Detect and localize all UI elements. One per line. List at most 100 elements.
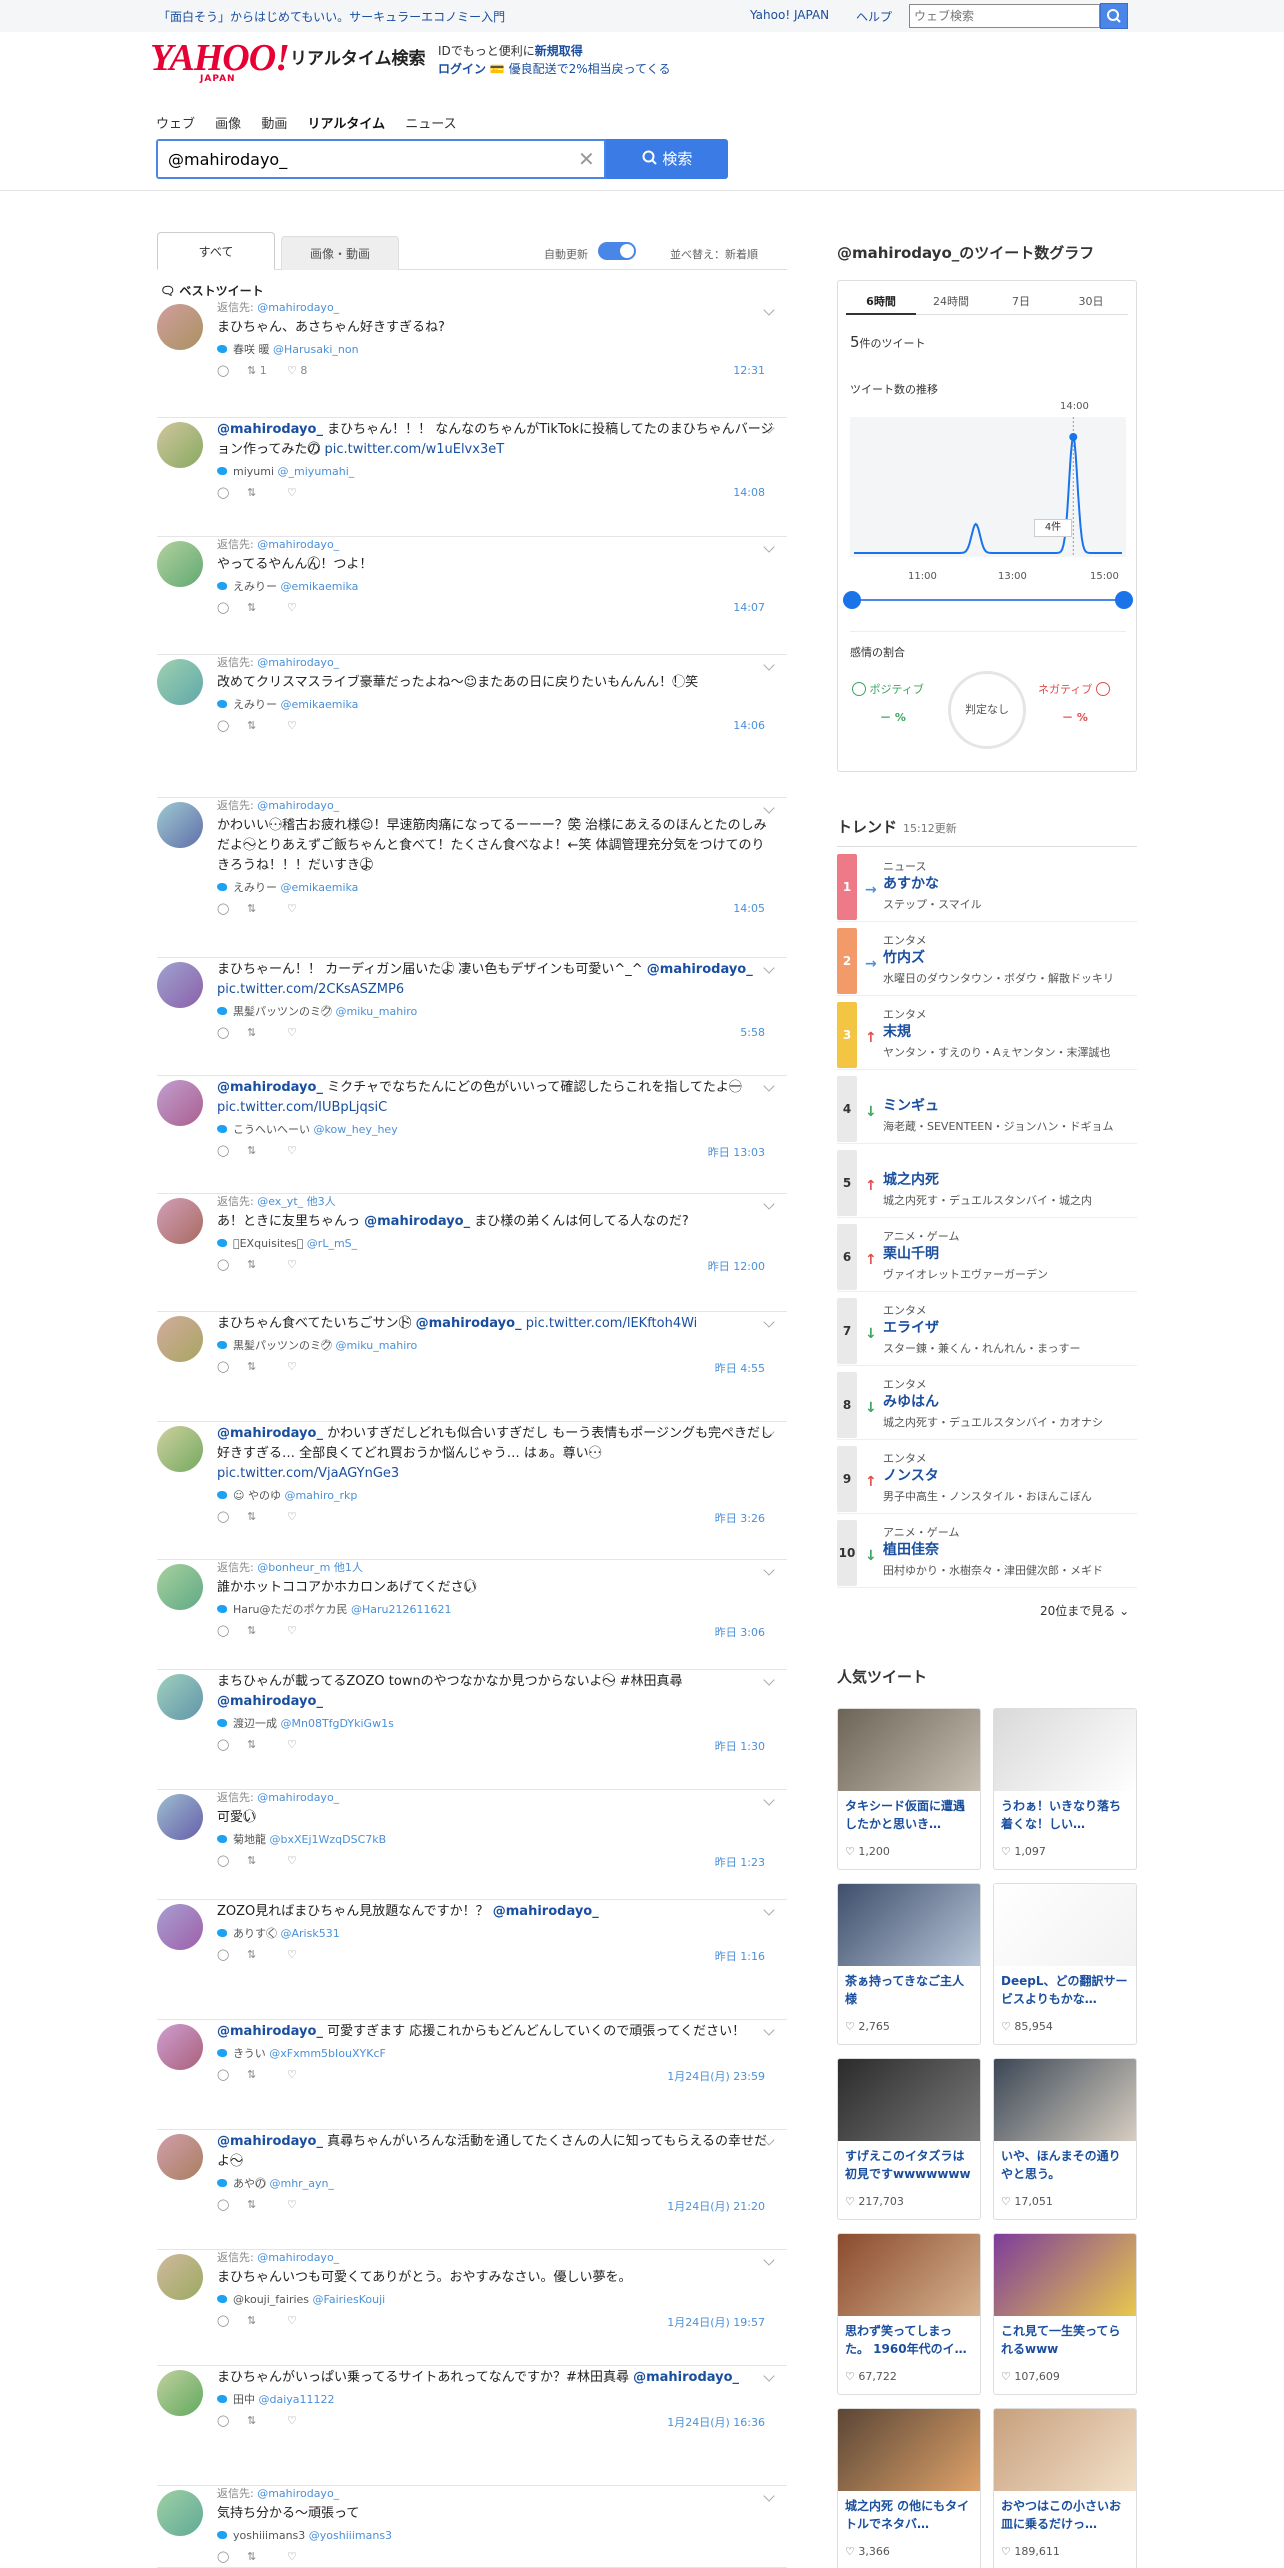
reply-icon[interactable]: ◯: [217, 1510, 229, 1523]
reply-icon[interactable]: ◯: [217, 1360, 229, 1373]
mention-link[interactable]: @mahirodayo_: [633, 2370, 739, 2385]
retweet-icon[interactable]: ⇅: [247, 601, 256, 614]
retweet-icon[interactable]: ⇅: [247, 719, 256, 732]
retweet-icon[interactable]: ⇅: [247, 1854, 256, 1867]
like-icon[interactable]: ♡: [287, 719, 297, 732]
graph-tab-6h[interactable]: 6時間: [846, 289, 916, 315]
tweet-author[interactable]: Haru@ただのポケカ民 @Haru212611621: [217, 1602, 777, 1618]
mention-link[interactable]: @mahirodayo_: [217, 1694, 323, 1709]
like-icon[interactable]: ♡: [287, 2414, 297, 2427]
tweet-time[interactable]: 昨日 12:00: [708, 1258, 765, 1274]
graph-tab-30d[interactable]: 30日: [1056, 289, 1126, 315]
mention-link[interactable]: @mahirodayo_: [493, 1904, 599, 1919]
trend-item[interactable]: 5 ↑ 城之内死 城之内死す・デュエルスタンバイ・城之内: [837, 1148, 1137, 1218]
reply-icon[interactable]: ◯: [217, 601, 229, 614]
popular-tweet-card[interactable]: 茶ぁ持ってきなご主人様 ♡ 2,765: [837, 1883, 981, 2045]
tweet-time[interactable]: 昨日 13:03: [708, 1144, 765, 1160]
trend-name[interactable]: ミンギュ: [883, 1095, 939, 1115]
sort-select[interactable]: 並べ替え：新着順: [670, 246, 758, 262]
tweet-author[interactable]: @kouji_fairies @FairiesKouji: [217, 2292, 777, 2308]
avatar[interactable]: [157, 1794, 203, 1840]
retweet-icon[interactable]: ⇅: [247, 1258, 256, 1271]
tweet-author[interactable]: 春咲 暖 @Harusaki_non: [217, 342, 777, 358]
mention-link[interactable]: @mahirodayo_: [217, 1080, 323, 1095]
trend-item[interactable]: 4 ↓ ミンギュ 海老蔵・SEVENTEEN・ジョンハン・ドギョム: [837, 1074, 1137, 1144]
mention-link[interactable]: @mahirodayo_: [217, 422, 323, 437]
pic-link[interactable]: pic.twitter.com/IUBpLjqsiC: [217, 1100, 387, 1115]
retweet-icon[interactable]: ⇅: [247, 1624, 256, 1637]
tweet-author[interactable]: あやの⃝ @mhr_ayn_: [217, 2176, 777, 2192]
mention-link[interactable]: @mahirodayo_: [364, 1214, 470, 1229]
signup-link[interactable]: 新規取得: [535, 44, 583, 58]
mention-link[interactable]: @mahirodayo_: [217, 2024, 323, 2039]
graph-tab-24h[interactable]: 24時間: [916, 289, 986, 315]
tweet-time[interactable]: 12:31: [733, 364, 765, 377]
tab-image[interactable]: 画像: [215, 117, 241, 132]
tweet-author[interactable]: yoshiiimans3 @yoshiiimans3: [217, 2528, 777, 2544]
range-handle-left[interactable]: [843, 591, 861, 609]
retweet-icon[interactable]: ⇅: [247, 2314, 256, 2327]
tweet-time[interactable]: 1月24日(月) 19:57: [667, 2314, 765, 2330]
tab-video[interactable]: 動画: [261, 117, 287, 132]
popular-tweet-card[interactable]: 城之内死 の他にもタイトルでネタバ… ♡ 3,366: [837, 2408, 981, 2568]
reply-icon[interactable]: ◯: [217, 1738, 229, 1751]
reply-icon[interactable]: ◯: [217, 2068, 229, 2081]
popular-tweet-card[interactable]: いや、ほんまその通りやと思う。 ♡ 17,051: [993, 2058, 1137, 2220]
tweet-author[interactable]: えみりー @emikaemika: [217, 579, 777, 595]
trend-name[interactable]: 竹内ズ: [883, 947, 925, 967]
retweet-icon[interactable]: ⇅: [247, 2068, 256, 2081]
pic-link[interactable]: pic.twitter.com/2CKsASZMP6: [217, 982, 404, 997]
tweet-author[interactable]: 黒髪パッツンのミク⃝ @miku_mahiro: [217, 1004, 777, 1020]
tweet-author[interactable]: 渡辺一成 @Mn08TfgDYkiGw1s: [217, 1716, 777, 1732]
avatar[interactable]: [157, 304, 203, 350]
tweet-time[interactable]: 14:06: [733, 719, 765, 732]
peak-point[interactable]: [1069, 433, 1078, 441]
avatar[interactable]: [157, 1904, 203, 1950]
tweet-time[interactable]: 14:05: [733, 902, 765, 915]
tweet-author[interactable]: こうへいへーい @kow_hey_hey: [217, 1122, 777, 1138]
pic-link[interactable]: pic.twitter.com/VjaAGYnGe3: [217, 1466, 399, 1481]
trend-item[interactable]: 6 ↑ アニメ・ゲーム 栗山千明 ヴァイオレットエヴァーガーデン: [837, 1222, 1137, 1292]
mention-link[interactable]: @mahirodayo_: [217, 1426, 323, 1441]
reply-icon[interactable]: ◯: [217, 486, 229, 499]
retweet-icon[interactable]: ⇅: [247, 1948, 256, 1961]
login-link[interactable]: ログイン: [438, 62, 486, 76]
tweet-author[interactable]: ⃝EXquisites⃝ @rL_mS_: [217, 1236, 777, 1252]
like-icon[interactable]: ♡: [287, 601, 297, 614]
reply-icon[interactable]: ◯: [217, 1854, 229, 1867]
reply-icon[interactable]: ◯: [217, 2414, 229, 2427]
mention-link[interactable]: @mahirodayo_: [416, 1316, 522, 1331]
reply-icon[interactable]: ◯: [217, 364, 229, 377]
reply-icon[interactable]: ◯: [217, 1258, 229, 1271]
popular-tweet-card[interactable]: うわぁ！いきなり落ち着くな！しい… ♡ 1,097: [993, 1708, 1137, 1870]
reply-icon[interactable]: ◯: [217, 719, 229, 732]
like-icon[interactable]: ♡: [287, 1360, 297, 1373]
reply-icon[interactable]: ◯: [217, 2550, 229, 2563]
tab-all[interactable]: すべて: [157, 232, 275, 270]
auto-update-toggle[interactable]: [598, 242, 636, 260]
avatar[interactable]: [157, 1426, 203, 1472]
tweet-author[interactable]: 田中 @daiya11122: [217, 2392, 777, 2408]
avatar[interactable]: [157, 962, 203, 1008]
like-icon[interactable]: ♡: [287, 2198, 297, 2211]
popular-tweet-card[interactable]: おやつはこの小さいお皿に乗るだけっ… ♡ 189,611: [993, 2408, 1137, 2568]
like-icon[interactable]: ♡: [287, 902, 297, 915]
like-icon[interactable]: ♡: [287, 1948, 297, 1961]
like-icon[interactable]: ♡: [287, 1854, 297, 1867]
tweet-time[interactable]: 昨日 1:23: [715, 1854, 765, 1870]
reply-icon[interactable]: ◯: [217, 1624, 229, 1637]
trend-name[interactable]: 栗山千明: [883, 1243, 939, 1263]
trend-name[interactable]: エライザ: [883, 1317, 939, 1337]
tweet-author[interactable]: 黒髪パッツンのミク⃝ @miku_mahiro: [217, 1338, 777, 1354]
range-handle-right[interactable]: [1115, 591, 1133, 609]
popular-tweet-card[interactable]: DeepL、どの翻訳サービスよりもかな… ♡ 85,954: [993, 1883, 1137, 2045]
tab-news[interactable]: ニュース: [405, 117, 456, 132]
promo-link[interactable]: 「面白そう」からはじめてもいい。サーキュラーエコノミー入門: [158, 8, 505, 25]
retweet-icon[interactable]: ⇅: [247, 902, 256, 915]
web-search-input[interactable]: [910, 5, 1096, 27]
avatar[interactable]: [157, 2024, 203, 2070]
search-button[interactable]: 検索: [606, 139, 728, 179]
trend-item[interactable]: 10 ↓ アニメ・ゲーム 植田佳奈 田村ゆかり・水樹奈々・津田健次郎・メギド: [837, 1518, 1137, 1588]
trend-item[interactable]: 2 → エンタメ 竹内ズ 水曜日のダウンタウン・ボダウ・解散ドッキリ: [837, 926, 1137, 996]
trend-item[interactable]: 1 → ニュース あすかな ステップ・スマイル: [837, 852, 1137, 922]
